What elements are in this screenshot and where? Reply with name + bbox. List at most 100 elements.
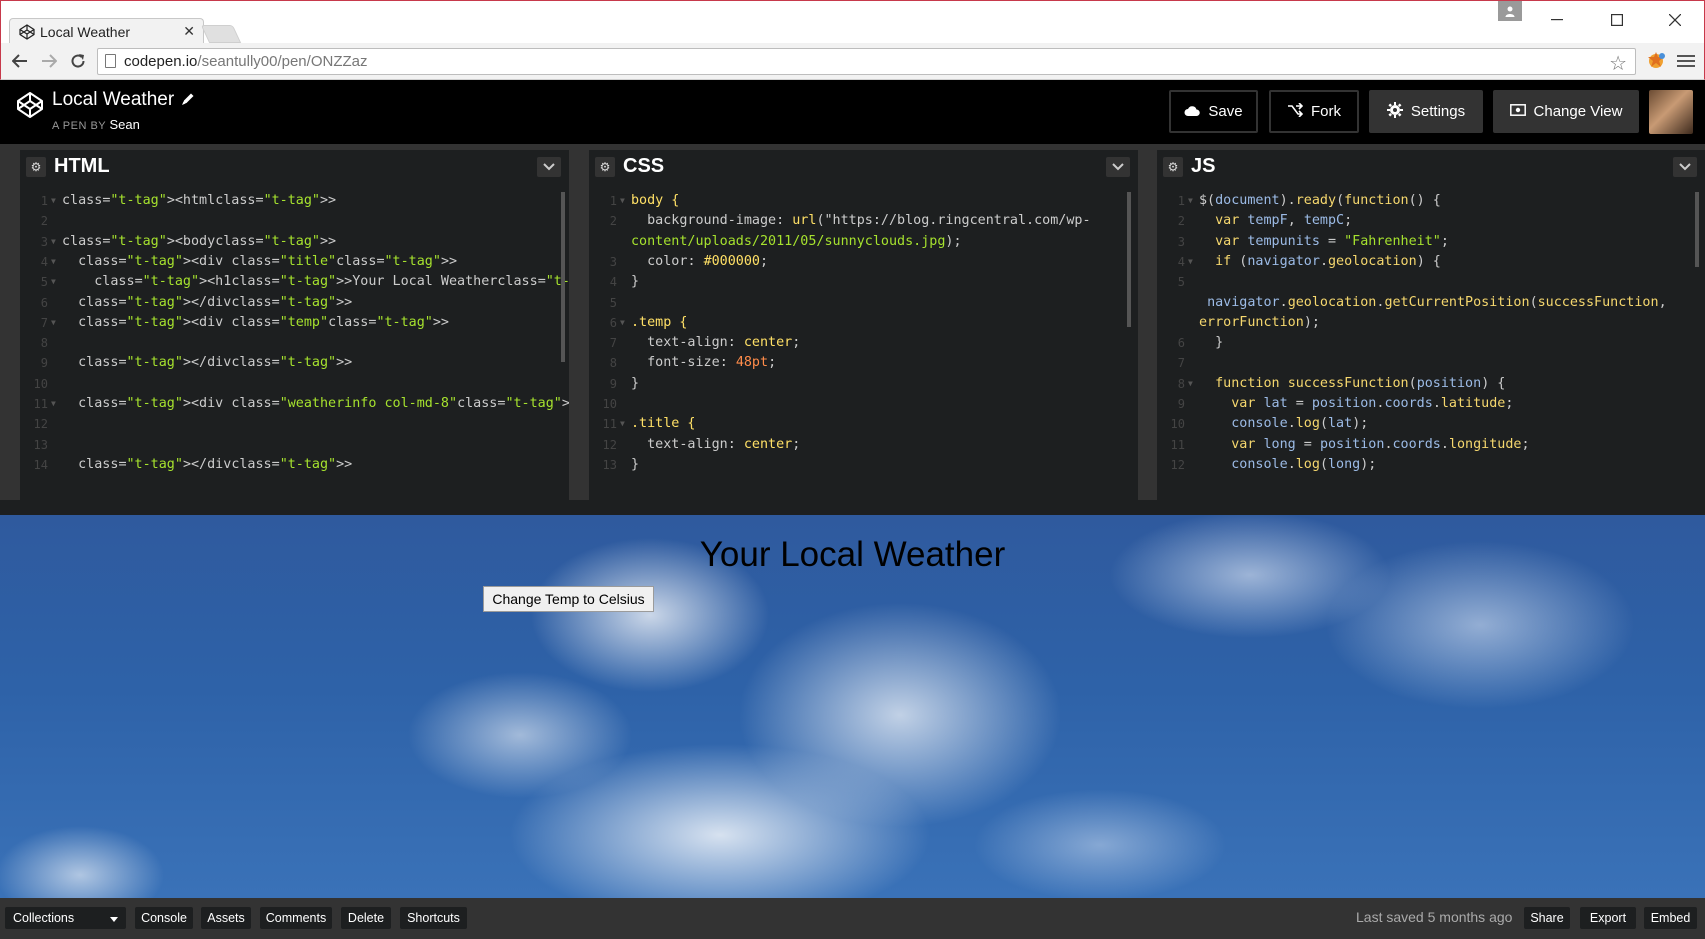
address-bar[interactable]: codepen.io/seantully00/pen/ONZZaz ☆	[97, 48, 1636, 75]
line-number: 2	[40, 214, 48, 229]
code-text: .title {	[631, 416, 696, 432]
html-collapse-chevron-icon[interactable]	[537, 157, 561, 177]
url-host: codepen.io	[124, 53, 198, 70]
codepen-logo-icon[interactable]	[16, 91, 44, 119]
line-number: 2	[609, 214, 617, 229]
browser-tab[interactable]: Local Weather ✕	[9, 18, 204, 44]
js-scrollbar[interactable]	[1695, 192, 1699, 267]
shortcuts-button[interactable]: Shortcuts	[400, 907, 467, 929]
fold-arrow-icon[interactable]: ▼	[51, 393, 56, 415]
js-collapse-chevron-icon[interactable]	[1673, 157, 1697, 177]
line-number: 3	[1177, 234, 1185, 249]
js-code-area[interactable]: 1 ▼ $(document).ready(function() {2 var te…	[1157, 190, 1705, 500]
embed-button[interactable]: Embed	[1644, 907, 1697, 929]
line-number: 5	[609, 295, 617, 310]
js-settings-gear-icon[interactable]: ⚙	[1163, 157, 1183, 177]
cloud-icon	[1184, 103, 1201, 120]
css-collapse-chevron-icon[interactable]	[1106, 157, 1130, 177]
fold-arrow-icon[interactable]: ▼	[1188, 373, 1193, 395]
author-link[interactable]: Sean	[110, 117, 140, 132]
code-text: class="t-tag"><bodyclass="t-tag">>	[62, 233, 337, 249]
line-number: 5	[1177, 275, 1185, 290]
html-scrollbar[interactable]	[561, 192, 565, 362]
fold-arrow-icon[interactable]: ▼	[620, 312, 625, 334]
edit-title-pencil-icon[interactable]	[181, 92, 195, 109]
fold-arrow-icon[interactable]: ▼	[51, 190, 56, 212]
html-editor[interactable]: ⚙ HTML 1 ▼ class="t-tag"><htmlclass="t-tag…	[20, 150, 569, 500]
bookmark-star-icon[interactable]: ☆	[1609, 51, 1627, 76]
back-icon[interactable]	[9, 50, 31, 72]
extension-icon[interactable]	[1644, 49, 1668, 73]
css-settings-gear-icon[interactable]: ⚙	[595, 157, 615, 177]
fold-arrow-icon[interactable]: ▼	[620, 190, 625, 212]
reload-icon[interactable]	[67, 50, 89, 72]
code-text: errorFunction);	[1199, 314, 1320, 330]
by-label: A PEN BY	[52, 120, 106, 132]
fold-arrow-icon[interactable]: ▼	[1188, 190, 1193, 212]
fold-arrow-icon[interactable]: ▼	[51, 231, 56, 253]
css-code-area[interactable]: 1 ▼ body {2 background-image: url("https:/…	[589, 190, 1138, 500]
line-number: 11	[1170, 437, 1185, 452]
pen-title[interactable]: Local Weather	[52, 89, 174, 111]
comments-button[interactable]: Comments	[260, 907, 332, 929]
css-scrollbar[interactable]	[1127, 192, 1131, 327]
code-text: }	[631, 375, 640, 391]
line-number: 4	[609, 275, 617, 290]
user-avatar[interactable]	[1649, 90, 1693, 134]
line-number: 13	[602, 457, 617, 472]
line-number: 3	[40, 234, 48, 249]
code-text: background-image: url("https://blog.ring…	[647, 213, 1091, 229]
fold-arrow-icon[interactable]: ▼	[51, 271, 56, 293]
line-number: 14	[33, 457, 48, 472]
code-text: class="t-tag"><div class="title"class="t…	[78, 253, 458, 269]
share-button[interactable]: Share	[1524, 907, 1570, 929]
line-number: 11	[602, 417, 617, 432]
settings-button[interactable]: Settings	[1369, 90, 1483, 133]
codepen-favicon-icon	[19, 23, 35, 40]
change-temp-button[interactable]: Change Temp to Celsius	[483, 586, 654, 612]
minimize-icon[interactable]	[1542, 7, 1572, 33]
console-button[interactable]: Console	[135, 907, 193, 929]
maximize-icon[interactable]	[1602, 7, 1632, 33]
save-button[interactable]: Save	[1169, 90, 1258, 133]
change-view-button[interactable]: Change View	[1493, 90, 1639, 133]
dropdown-caret-icon	[110, 911, 118, 925]
delete-button[interactable]: Delete	[341, 907, 391, 929]
fold-arrow-icon[interactable]: ▼	[51, 312, 56, 334]
pen-byline: A PEN BY Sean	[52, 117, 140, 132]
code-text: var tempF, tempC;	[1215, 213, 1353, 229]
forward-icon[interactable]	[38, 50, 60, 72]
fold-arrow-icon[interactable]: ▼	[620, 413, 625, 435]
code-text: var tempunits = "Fahrenheit";	[1215, 233, 1449, 249]
line-number: 7	[609, 336, 617, 351]
line-number: 6	[1177, 336, 1185, 351]
js-editor[interactable]: ⚙ JS 1 ▼ $(document).ready(function() {2 v…	[1157, 150, 1705, 500]
profile-icon[interactable]	[1498, 1, 1522, 21]
export-button[interactable]: Export	[1580, 907, 1636, 929]
line-number: 12	[1170, 457, 1185, 472]
code-text: .temp {	[631, 314, 688, 330]
new-tab-button[interactable]	[200, 25, 242, 43]
tab-title: Local Weather	[40, 23, 131, 40]
collections-dropdown[interactable]: Collections	[5, 907, 126, 929]
css-editor[interactable]: ⚙ CSS 1 ▼ body {2 background-image: url("h…	[589, 150, 1138, 500]
html-settings-gear-icon[interactable]: ⚙	[26, 157, 46, 177]
url-path: /seantully00/pen/ONZZaz	[197, 53, 368, 70]
fork-button[interactable]: Fork	[1269, 90, 1359, 133]
tab-close-icon[interactable]: ✕	[183, 23, 195, 40]
editors-panel: ⚙ HTML 1 ▼ class="t-tag"><htmlclass="t-tag…	[0, 144, 1705, 500]
assets-button[interactable]: Assets	[201, 907, 251, 929]
window-close-icon[interactable]	[1660, 7, 1690, 33]
change-view-label: Change View	[1533, 103, 1623, 120]
code-text: class="t-tag"><div class="weatherinfo co…	[78, 396, 569, 411]
fold-arrow-icon[interactable]: ▼	[51, 251, 56, 273]
line-number: 12	[602, 437, 617, 452]
html-code-area[interactable]: 1 ▼ class="t-tag"><htmlclass="t-tag">> 2 3 ▼ c…	[20, 190, 569, 500]
code-text: body {	[631, 193, 680, 208]
browser-menu-icon[interactable]	[1677, 52, 1695, 70]
code-text: }	[1199, 335, 1224, 351]
browser-tabstrip: Local Weather ✕	[0, 0, 1705, 44]
line-number: 13	[33, 437, 48, 452]
fold-arrow-icon[interactable]: ▼	[1188, 251, 1193, 273]
line-number: 10	[1170, 417, 1185, 432]
